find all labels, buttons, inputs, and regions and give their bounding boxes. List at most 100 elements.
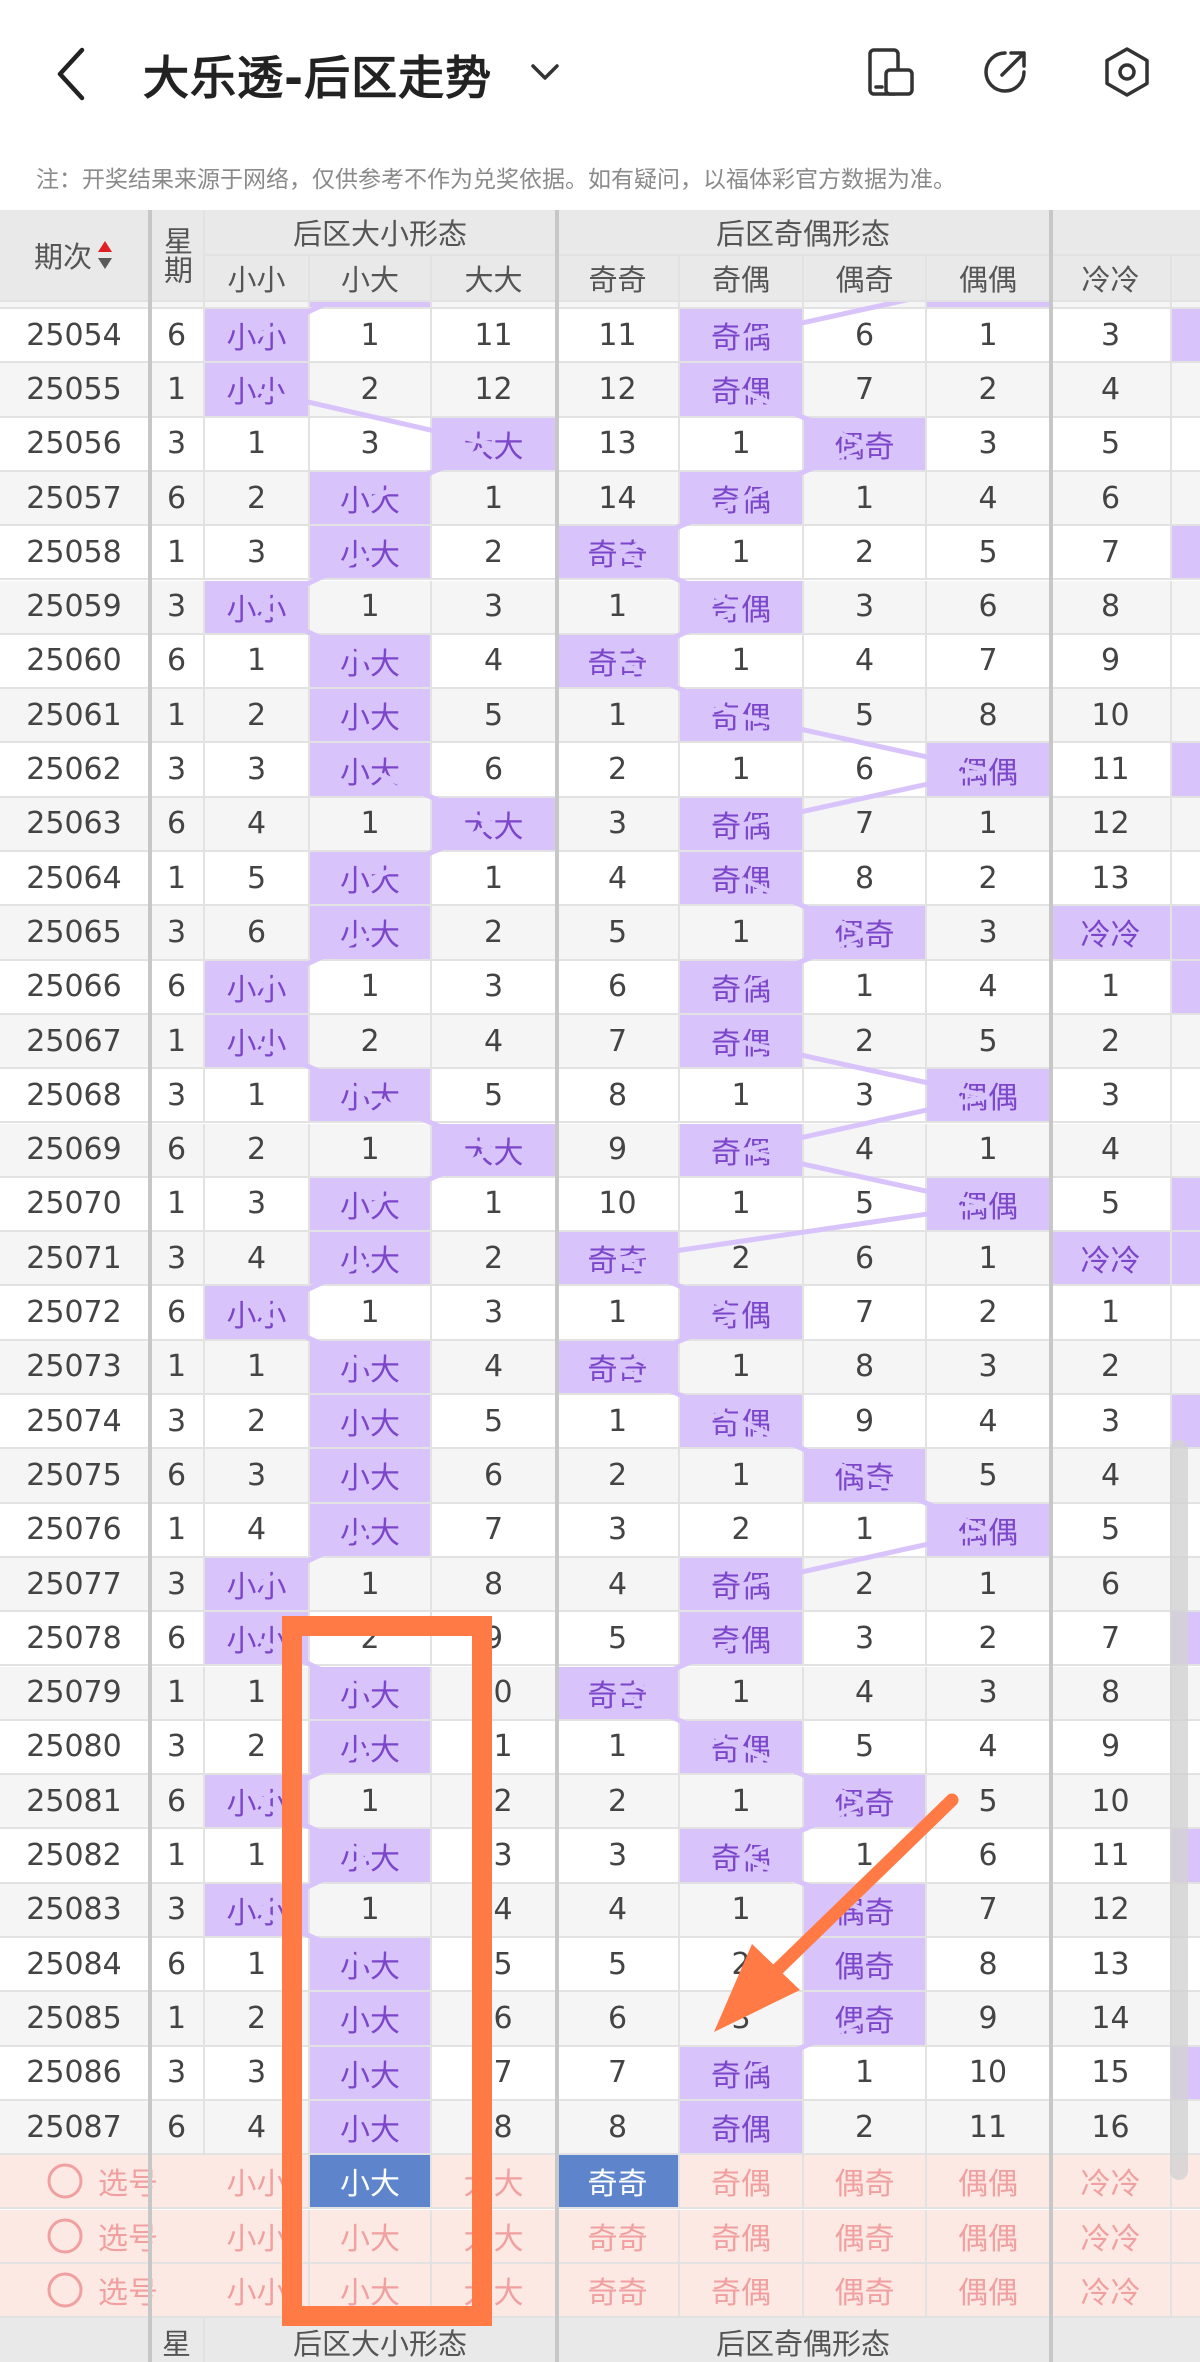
trend-cell: 3: [432, 960, 557, 1015]
trend-cell: 11: [927, 2100, 1051, 2156]
trend-cell: 1: [927, 797, 1051, 852]
select-option-cell[interactable]: 大大: [432, 2155, 557, 2210]
trend-cell: 偶奇: [804, 906, 927, 961]
select-option-cell[interactable]: 小小: [205, 2209, 310, 2264]
trend-cell: 9: [1051, 1720, 1172, 1776]
trend-cell: 1: [310, 1123, 432, 1178]
select-option-cell[interactable]: 小大: [310, 2209, 432, 2264]
app-screen: 大乐透-后区走势 注：开奖结果来源于网络，仅供参考不作为兑奖依据。如有疑问，以福…: [0, 0, 1200, 2362]
trend-cell: 4: [557, 852, 680, 907]
issue-cell: 25076: [0, 1503, 150, 1558]
back-arrow-icon[interactable]: [52, 46, 92, 102]
group-divider: [1049, 210, 1053, 2362]
select-option-cell[interactable]: 小小: [205, 2263, 310, 2319]
trend-cell: 8: [804, 852, 927, 907]
trend-cell: 6: [1051, 471, 1172, 527]
select-number-button[interactable]: 选号: [0, 2209, 205, 2264]
trend-cell: 2: [432, 906, 557, 961]
column-header-issue[interactable]: 期次: [0, 210, 150, 302]
trend-cell: 1: [557, 1720, 680, 1776]
select-option-cell[interactable]: 小大: [310, 2155, 432, 2210]
trend-cell: 5: [1051, 417, 1172, 472]
issue-cell: 25063: [0, 797, 150, 852]
trend-cell: 奇偶: [680, 1557, 804, 1613]
select-option-label: 奇偶: [711, 2167, 771, 2203]
trend-cell: 3: [205, 1449, 310, 1504]
trend-cell: 偶奇: [804, 1883, 927, 1938]
select-option-cell[interactable]: 小大: [310, 2263, 432, 2319]
select-option-cell[interactable]: 偶偶: [927, 2155, 1051, 2210]
trend-cell: 奇偶: [680, 580, 804, 635]
select-option-cell[interactable]: 偶偶: [927, 2209, 1051, 2264]
radio-circle-icon[interactable]: [46, 2217, 84, 2255]
select-option-cell[interactable]: 奇偶: [680, 2263, 804, 2319]
share-icon[interactable]: [980, 47, 1030, 97]
trend-cell: 4: [432, 1014, 557, 1070]
sort-arrows-icon[interactable]: [96, 239, 114, 271]
trend-cell: 7: [804, 363, 927, 418]
select-option-cell[interactable]: 奇奇: [557, 2155, 680, 2210]
trend-cell: 小大: [310, 852, 432, 907]
trend-cell: 奇偶: [680, 1612, 804, 1667]
trend-cell: 奇偶: [680, 960, 804, 1015]
select-option-cell[interactable]: 偶奇: [804, 2155, 927, 2210]
trend-cell: 小小: [205, 580, 310, 635]
trend-cell: 2: [557, 1449, 680, 1504]
trend-cell: 1: [205, 1340, 310, 1395]
select-option-cell[interactable]: 偶偶: [927, 2263, 1051, 2319]
trend-cell-overflow: [1172, 1014, 1200, 1070]
phone-rotate-icon[interactable]: [866, 48, 916, 98]
select-option-cell[interactable]: 小小: [205, 2155, 310, 2210]
trend-cell: 7: [1051, 1612, 1172, 1667]
trend-cell: 8: [804, 1340, 927, 1395]
select-option-label: 大大: [463, 2275, 524, 2311]
weekday-cell: 1: [150, 1666, 205, 1721]
select-number-button[interactable]: 选号: [0, 2263, 205, 2319]
select-option-cell[interactable]: 偶奇: [804, 2263, 927, 2319]
chevron-down-icon[interactable]: [530, 62, 560, 82]
select-option-cell[interactable]: 奇偶: [680, 2155, 804, 2210]
trend-cell: 1: [557, 1395, 680, 1450]
trend-cell: 1: [557, 580, 680, 635]
issue-cell: 25054: [0, 309, 150, 364]
select-number-button[interactable]: 选号: [0, 2155, 205, 2210]
group-header-cold: [1051, 210, 1200, 256]
weekday-cell: 6: [150, 960, 205, 1015]
trend-cell: 1: [927, 309, 1051, 364]
trend-cell: 奇偶: [680, 1286, 804, 1341]
trend-cell: 小小: [205, 309, 310, 364]
select-option-cell[interactable]: 奇偶: [680, 2209, 804, 2264]
trend-cell: 5: [557, 1612, 680, 1667]
select-option-label: 小小: [226, 2167, 287, 2203]
weekday-cell: 6: [150, 309, 205, 364]
group-divider: [555, 210, 559, 2362]
trend-cell: 偶奇: [804, 417, 927, 472]
trend-cell: 1: [557, 1286, 680, 1341]
weekday-cell: 3: [150, 1232, 205, 1287]
select-option-cell[interactable]: 冷冷: [1051, 2263, 1172, 2319]
select-option-cell[interactable]: 冷冷: [1051, 2155, 1172, 2210]
issue-cell: 25065: [0, 906, 150, 961]
trend-cell: 3: [432, 580, 557, 635]
trend-cell: 1: [680, 906, 804, 961]
trend-cell: 冷冷: [1051, 906, 1172, 961]
trend-cell: 3: [927, 906, 1051, 961]
trend-cell-overflow: [1172, 580, 1200, 635]
page-title[interactable]: 大乐透-后区走势: [143, 42, 492, 108]
trend-cell: 1: [680, 417, 804, 472]
radio-circle-icon[interactable]: [46, 2271, 84, 2309]
trend-cell-overflow: [1172, 960, 1200, 1015]
select-option-cell[interactable]: 奇奇: [557, 2209, 680, 2264]
trend-cell: 小大: [310, 1992, 432, 2047]
trend-cell: 偶偶: [927, 1177, 1051, 1233]
select-option-cell[interactable]: 大大: [432, 2209, 557, 2264]
select-option-cell[interactable]: 冷冷: [1051, 2209, 1172, 2264]
trend-cell: 4: [557, 1883, 680, 1938]
trend-cell-overflow: [1172, 471, 1200, 527]
select-option-cell[interactable]: 大大: [432, 2263, 557, 2319]
select-option-cell[interactable]: 奇奇: [557, 2263, 680, 2319]
radio-circle-icon[interactable]: [46, 2162, 84, 2200]
settings-icon[interactable]: [1102, 46, 1152, 98]
scrollbar-thumb[interactable]: [1170, 1440, 1188, 2180]
select-option-cell[interactable]: 偶奇: [804, 2209, 927, 2264]
